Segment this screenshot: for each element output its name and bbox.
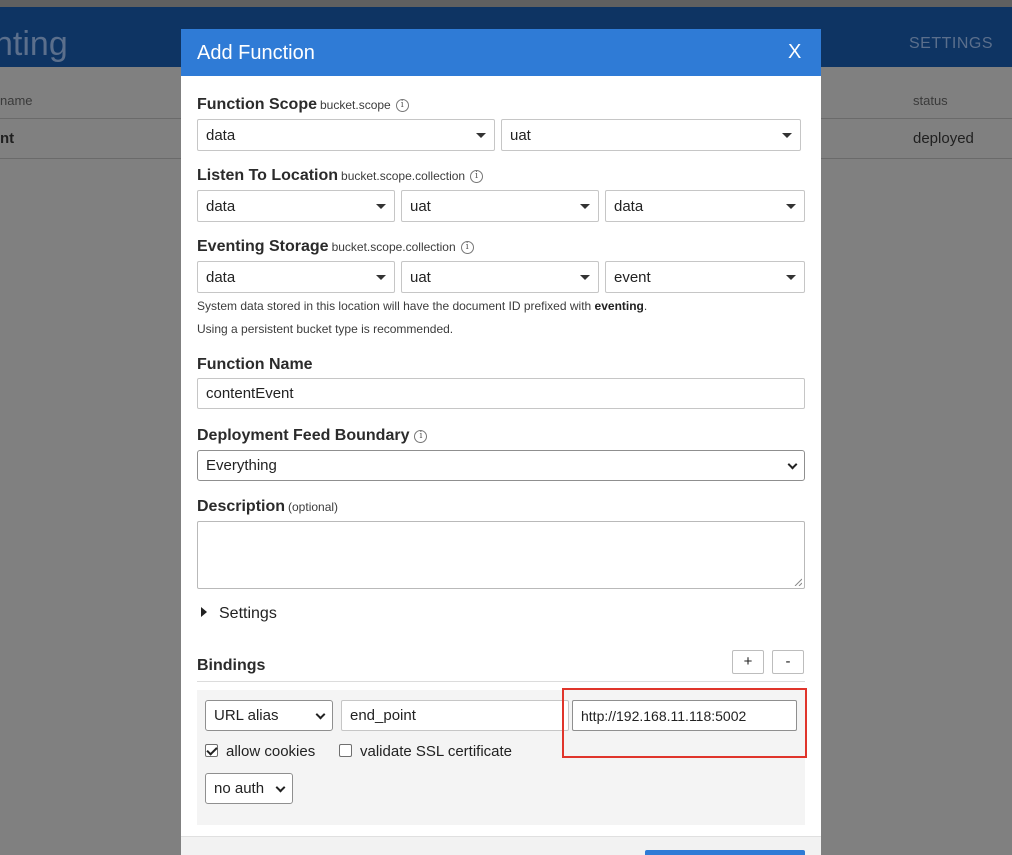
description-sublabel: (optional) — [288, 500, 339, 514]
select-value: data — [206, 127, 236, 144]
select-value: no auth — [214, 780, 265, 797]
description-textarea[interactable] — [197, 521, 805, 589]
caret-down-icon — [580, 204, 590, 209]
dialog-footer — [181, 836, 821, 855]
info-icon[interactable]: i — [470, 170, 484, 183]
binding-type-select[interactable]: URL alias — [205, 700, 333, 731]
top-bar — [0, 0, 1012, 7]
select-value: data — [614, 198, 644, 215]
description-title: Description — [197, 498, 286, 515]
validate-ssl-checkbox[interactable]: validate SSL certificate — [339, 743, 512, 760]
settings-link[interactable]: SETTINGS — [909, 35, 993, 53]
chevron-down-icon — [275, 782, 286, 793]
listen-collection-select[interactable]: data — [605, 190, 805, 222]
column-header-status: status — [913, 93, 948, 108]
caret-down-icon — [376, 275, 386, 280]
caret-down-icon — [786, 204, 796, 209]
close-button[interactable]: X — [788, 41, 801, 64]
storage-hint: System data stored in this location will… — [197, 299, 647, 313]
caret-down-icon — [786, 275, 796, 280]
select-value: uat — [410, 198, 431, 215]
select-value: event — [614, 269, 651, 286]
listen-to-location-label: Listen To Location bucket.scope.collectio… — [197, 167, 484, 185]
add-binding-button[interactable]: + — [732, 650, 764, 674]
info-icon[interactable]: i — [414, 430, 428, 443]
settings-toggle[interactable]: Settings — [201, 605, 277, 623]
allow-cookies-label: allow cookies — [226, 743, 316, 760]
select-value: Everything — [206, 457, 277, 474]
description-label: Description (optional) — [197, 498, 338, 516]
listen-to-location-sublabel: bucket.scope.collection — [341, 169, 466, 183]
listen-bucket-select[interactable]: data — [197, 190, 395, 222]
select-value: uat — [410, 269, 431, 286]
caret-right-icon — [201, 607, 207, 617]
dialog-title: Add Function — [197, 42, 315, 64]
storage-hint-2: Using a persistent bucket type is recomm… — [197, 322, 454, 336]
checkbox-checked-icon[interactable] — [205, 744, 218, 757]
url-highlight-box — [562, 688, 807, 758]
function-scope-bucket-select[interactable]: data — [197, 119, 495, 151]
caret-down-icon — [580, 275, 590, 280]
select-value: data — [206, 269, 236, 286]
primary-button[interactable] — [645, 850, 805, 855]
function-scope-sublabel: bucket.scope — [320, 98, 391, 112]
checkbox-icon[interactable] — [339, 744, 352, 757]
info-icon[interactable]: i — [395, 99, 409, 112]
divider — [197, 681, 805, 682]
function-scope-label: Function Scope bucket.scope i — [197, 96, 409, 114]
storage-hint-period: . — [643, 299, 648, 313]
settings-toggle-label: Settings — [219, 605, 277, 622]
dialog-header: Add Function X — [181, 29, 821, 76]
storage-collection-select[interactable]: event — [605, 261, 805, 293]
deployment-feed-boundary-label: Deployment Feed Boundary i — [197, 427, 428, 445]
storage-hint-prefix: eventing — [594, 299, 644, 313]
validate-ssl-label: validate SSL certificate — [360, 743, 513, 760]
deployment-feed-boundary-title: Deployment Feed Boundary — [197, 427, 410, 444]
listen-scope-select[interactable]: uat — [401, 190, 599, 222]
eventing-storage-title: Eventing Storage — [197, 238, 329, 255]
binding-auth-select[interactable]: no auth — [205, 773, 293, 804]
binding-alias-input[interactable]: end_point — [341, 700, 569, 731]
caret-down-icon — [782, 133, 792, 138]
column-header-name: name — [0, 93, 33, 108]
chevron-down-icon — [315, 709, 326, 720]
info-icon[interactable]: i — [460, 241, 474, 254]
table-cell-status: deployed — [913, 130, 974, 147]
resize-handle-icon[interactable] — [794, 578, 802, 586]
allow-cookies-checkbox[interactable]: allow cookies — [205, 743, 315, 760]
select-value: URL alias — [214, 707, 279, 724]
eventing-storage-sublabel: bucket.scope.collection — [331, 240, 456, 254]
function-scope-scope-select[interactable]: uat — [501, 119, 801, 151]
function-name-label: Function Name — [197, 356, 313, 373]
listen-to-location-title: Listen To Location — [197, 167, 339, 184]
storage-scope-select[interactable]: uat — [401, 261, 599, 293]
chevron-down-icon — [787, 459, 798, 470]
function-name-input[interactable]: contentEvent — [197, 378, 805, 409]
deployment-feed-boundary-select[interactable]: Everything — [197, 450, 805, 481]
remove-binding-button[interactable]: - — [772, 650, 804, 674]
select-value: data — [206, 198, 236, 215]
function-scope-title: Function Scope — [197, 96, 317, 113]
caret-down-icon — [476, 133, 486, 138]
bindings-label: Bindings — [197, 657, 266, 674]
storage-hint-text: System data stored in this location will… — [197, 299, 592, 313]
storage-bucket-select[interactable]: data — [197, 261, 395, 293]
eventing-storage-label: Eventing Storage bucket.scope.collection i — [197, 238, 474, 256]
app-title: nting — [0, 25, 68, 63]
table-cell-name[interactable]: nt — [0, 130, 14, 147]
select-value: uat — [510, 127, 531, 144]
caret-down-icon — [376, 204, 386, 209]
